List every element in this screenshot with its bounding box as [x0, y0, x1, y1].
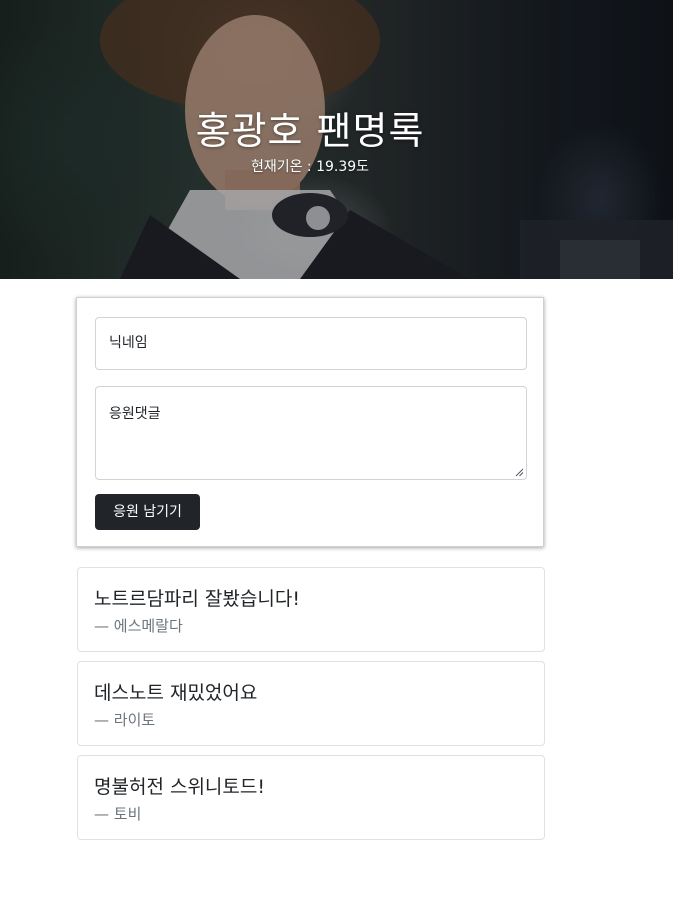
- resize-grip-icon[interactable]: [514, 467, 524, 477]
- comment-form: 닉네임 응원댓글 응원 남기기: [76, 297, 544, 547]
- comment-author: — 라이토: [94, 711, 156, 729]
- comment-card: 데스노트 재밌었어요 — 라이토: [77, 661, 545, 746]
- nickname-input[interactable]: 닉네임: [95, 317, 527, 370]
- comment-card: 명불허전 스위니토드! — 토비: [77, 755, 545, 840]
- temperature-text: 현재기온 : 19.39도: [250, 159, 370, 175]
- comment-card: 노트르담파리 잘봤습니다! — 에스메랄다: [77, 567, 545, 652]
- comment-author: — 에스메랄다: [94, 617, 183, 635]
- comment-text: 노트르담파리 잘봤습니다!: [94, 588, 300, 610]
- comment-text: 명불허전 스위니토드!: [94, 776, 265, 798]
- comment-textarea[interactable]: 응원댓글: [95, 386, 527, 480]
- nickname-placeholder: 닉네임: [109, 335, 148, 351]
- comment-author: — 토비: [94, 805, 142, 823]
- comment-text: 데스노트 재밌었어요: [94, 682, 258, 704]
- page-title: 홍광호 팬명록: [195, 109, 425, 153]
- comment-placeholder: 응원댓글: [109, 406, 161, 422]
- submit-button[interactable]: 응원 남기기: [95, 494, 200, 530]
- hero-banner: 홍광호 팬명록 현재기온 : 19.39도: [0, 0, 673, 279]
